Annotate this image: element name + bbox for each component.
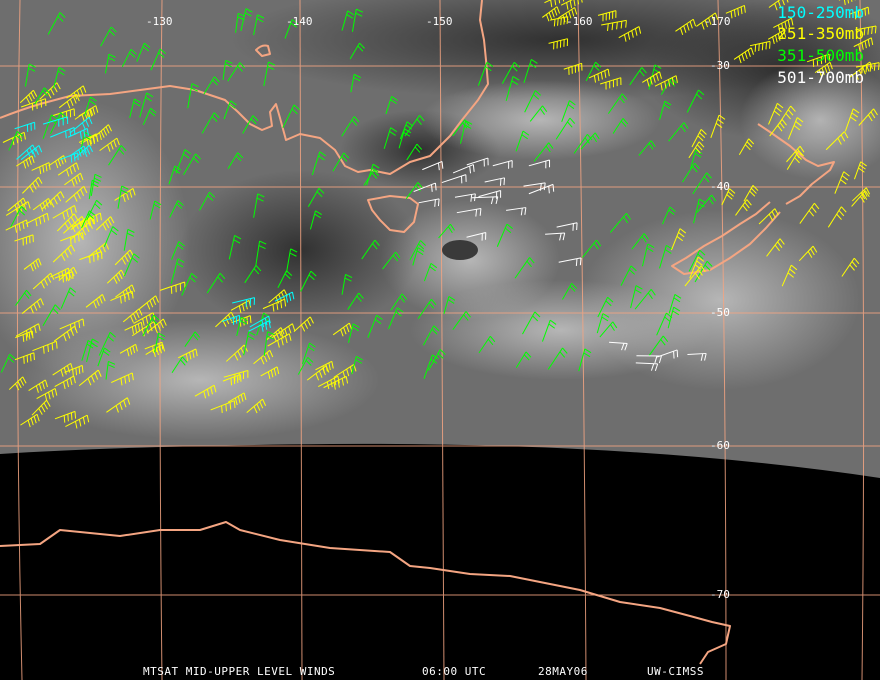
- legend-item-501-700mb: 501-700mb: [777, 68, 864, 87]
- lon-label: -170: [704, 15, 731, 28]
- data-source: UW-CIMSS: [647, 665, 704, 678]
- lat-label: -50: [710, 306, 730, 319]
- observation-date: 28MAY06: [538, 665, 588, 678]
- lon-label: -130: [146, 15, 173, 28]
- lon-label: -140: [286, 15, 313, 28]
- lat-label: -70: [710, 588, 730, 601]
- legend-item-351-500mb: 351-500mb: [777, 46, 864, 65]
- legend-item-150-250mb: 150-250mb: [777, 3, 864, 22]
- lat-label: -40: [710, 180, 730, 193]
- footer-caption: MTSAT MID-UPPER LEVEL WINDS 06:00 UTC 28…: [0, 664, 880, 680]
- lon-label: -150: [426, 15, 453, 28]
- map-graphic: [0, 0, 880, 680]
- antarctica-coast: [0, 521, 731, 665]
- lon-label: -160: [566, 15, 593, 28]
- satellite-wind-map: -130 -140 -150 -160 -170 -30 -40 -50 -60…: [0, 0, 880, 680]
- lat-label: -60: [710, 439, 730, 452]
- lat-label: -30: [710, 59, 730, 72]
- legend-item-251-350mb: 251-350mb: [777, 24, 864, 43]
- product-title: MTSAT MID-UPPER LEVEL WINDS: [143, 665, 336, 678]
- observation-time: 06:00 UTC: [422, 665, 487, 678]
